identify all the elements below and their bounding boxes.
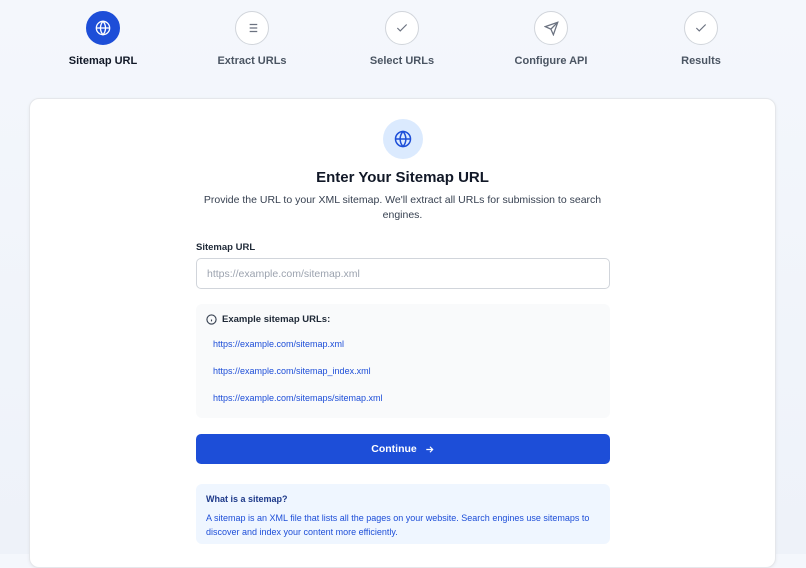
sitemap-url-input[interactable] — [196, 258, 610, 289]
stepper: Sitemap URL Extract URLs Select URLs Con… — [0, 0, 806, 80]
example-url-link[interactable]: https://example.com/sitemap_index.xml — [213, 366, 371, 376]
page-title: Enter Your Sitemap URL — [316, 169, 489, 186]
example-url-link[interactable]: https://example.com/sitemap.xml — [213, 339, 344, 349]
info-text: A sitemap is an XML file that lists all … — [206, 513, 590, 537]
check-icon — [684, 11, 718, 45]
step-label: Configure API — [514, 55, 588, 67]
sitemap-url-label: Sitemap URL — [196, 242, 256, 253]
step-label: Select URLs — [369, 55, 435, 67]
sitemap-card: Enter Your Sitemap URL Provide the URL t… — [29, 98, 776, 568]
page-subtitle: Provide the URL to your XML sitemap. We'… — [203, 194, 602, 221]
list-icon — [235, 11, 269, 45]
arrow-right-icon — [424, 444, 435, 455]
example-url-link[interactable]: https://example.com/sitemaps/sitemap.xml — [213, 393, 383, 403]
continue-label: Continue — [371, 443, 417, 455]
examples-heading-text: Example sitemap URLs: — [222, 314, 331, 325]
step-label: Extract URLs — [217, 55, 287, 67]
info-title: What is a sitemap? — [206, 494, 288, 504]
globe-icon — [383, 119, 423, 159]
step-label: Sitemap URL — [68, 55, 138, 67]
sitemap-info-box: What is a sitemap? A sitemap is an XML f… — [196, 484, 610, 544]
step-extract-urls[interactable]: Extract URLs — [187, 11, 317, 67]
step-label: Results — [681, 55, 721, 67]
step-sitemap-url[interactable]: Sitemap URL — [38, 11, 168, 67]
send-icon — [534, 11, 568, 45]
step-configure-api[interactable]: Configure API — [486, 11, 616, 67]
check-icon — [385, 11, 419, 45]
globe-icon — [86, 11, 120, 45]
continue-button[interactable]: Continue — [196, 434, 610, 464]
info-icon — [206, 314, 217, 325]
example-urls-box: Example sitemap URLs: https://example.co… — [196, 304, 610, 418]
step-select-urls[interactable]: Select URLs — [337, 11, 467, 67]
examples-heading: Example sitemap URLs: — [206, 314, 330, 325]
step-results[interactable]: Results — [636, 11, 766, 67]
